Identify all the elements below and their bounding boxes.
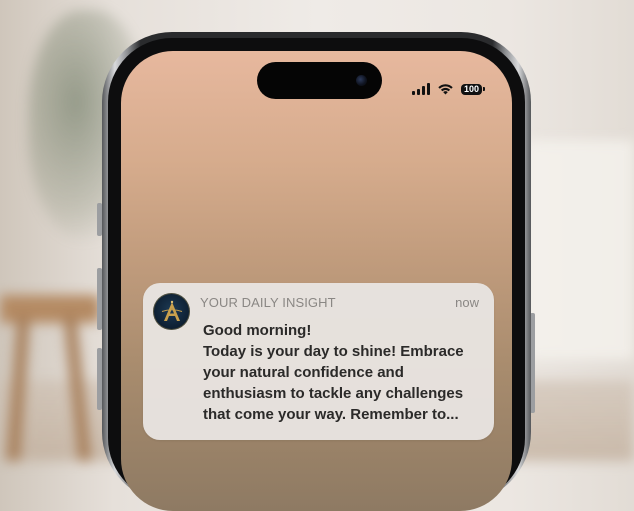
app-logo-icon: [153, 293, 190, 330]
background-wall-shelf: [524, 140, 634, 360]
notification-body: Today is your day to shine! Embrace your…: [203, 343, 464, 423]
notification-timestamp: now: [455, 295, 479, 310]
status-bar: 100: [411, 82, 485, 96]
battery-icon: 100: [460, 83, 485, 95]
battery-level: 100: [460, 83, 482, 95]
notification-card[interactable]: YOUR DAILY INSIGHT now Good morning! Tod…: [143, 283, 494, 440]
lock-screen: 100: [121, 51, 512, 511]
battery-tip: [483, 87, 485, 91]
wifi-icon: [437, 83, 454, 95]
front-camera-icon: [356, 75, 367, 86]
background-table: [0, 295, 100, 323]
notification-app-name: YOUR DAILY INSIGHT: [200, 295, 336, 310]
cellular-signal-icon: [411, 83, 430, 95]
dynamic-island: [257, 62, 382, 99]
notification-title: Good morning!: [203, 322, 312, 339]
